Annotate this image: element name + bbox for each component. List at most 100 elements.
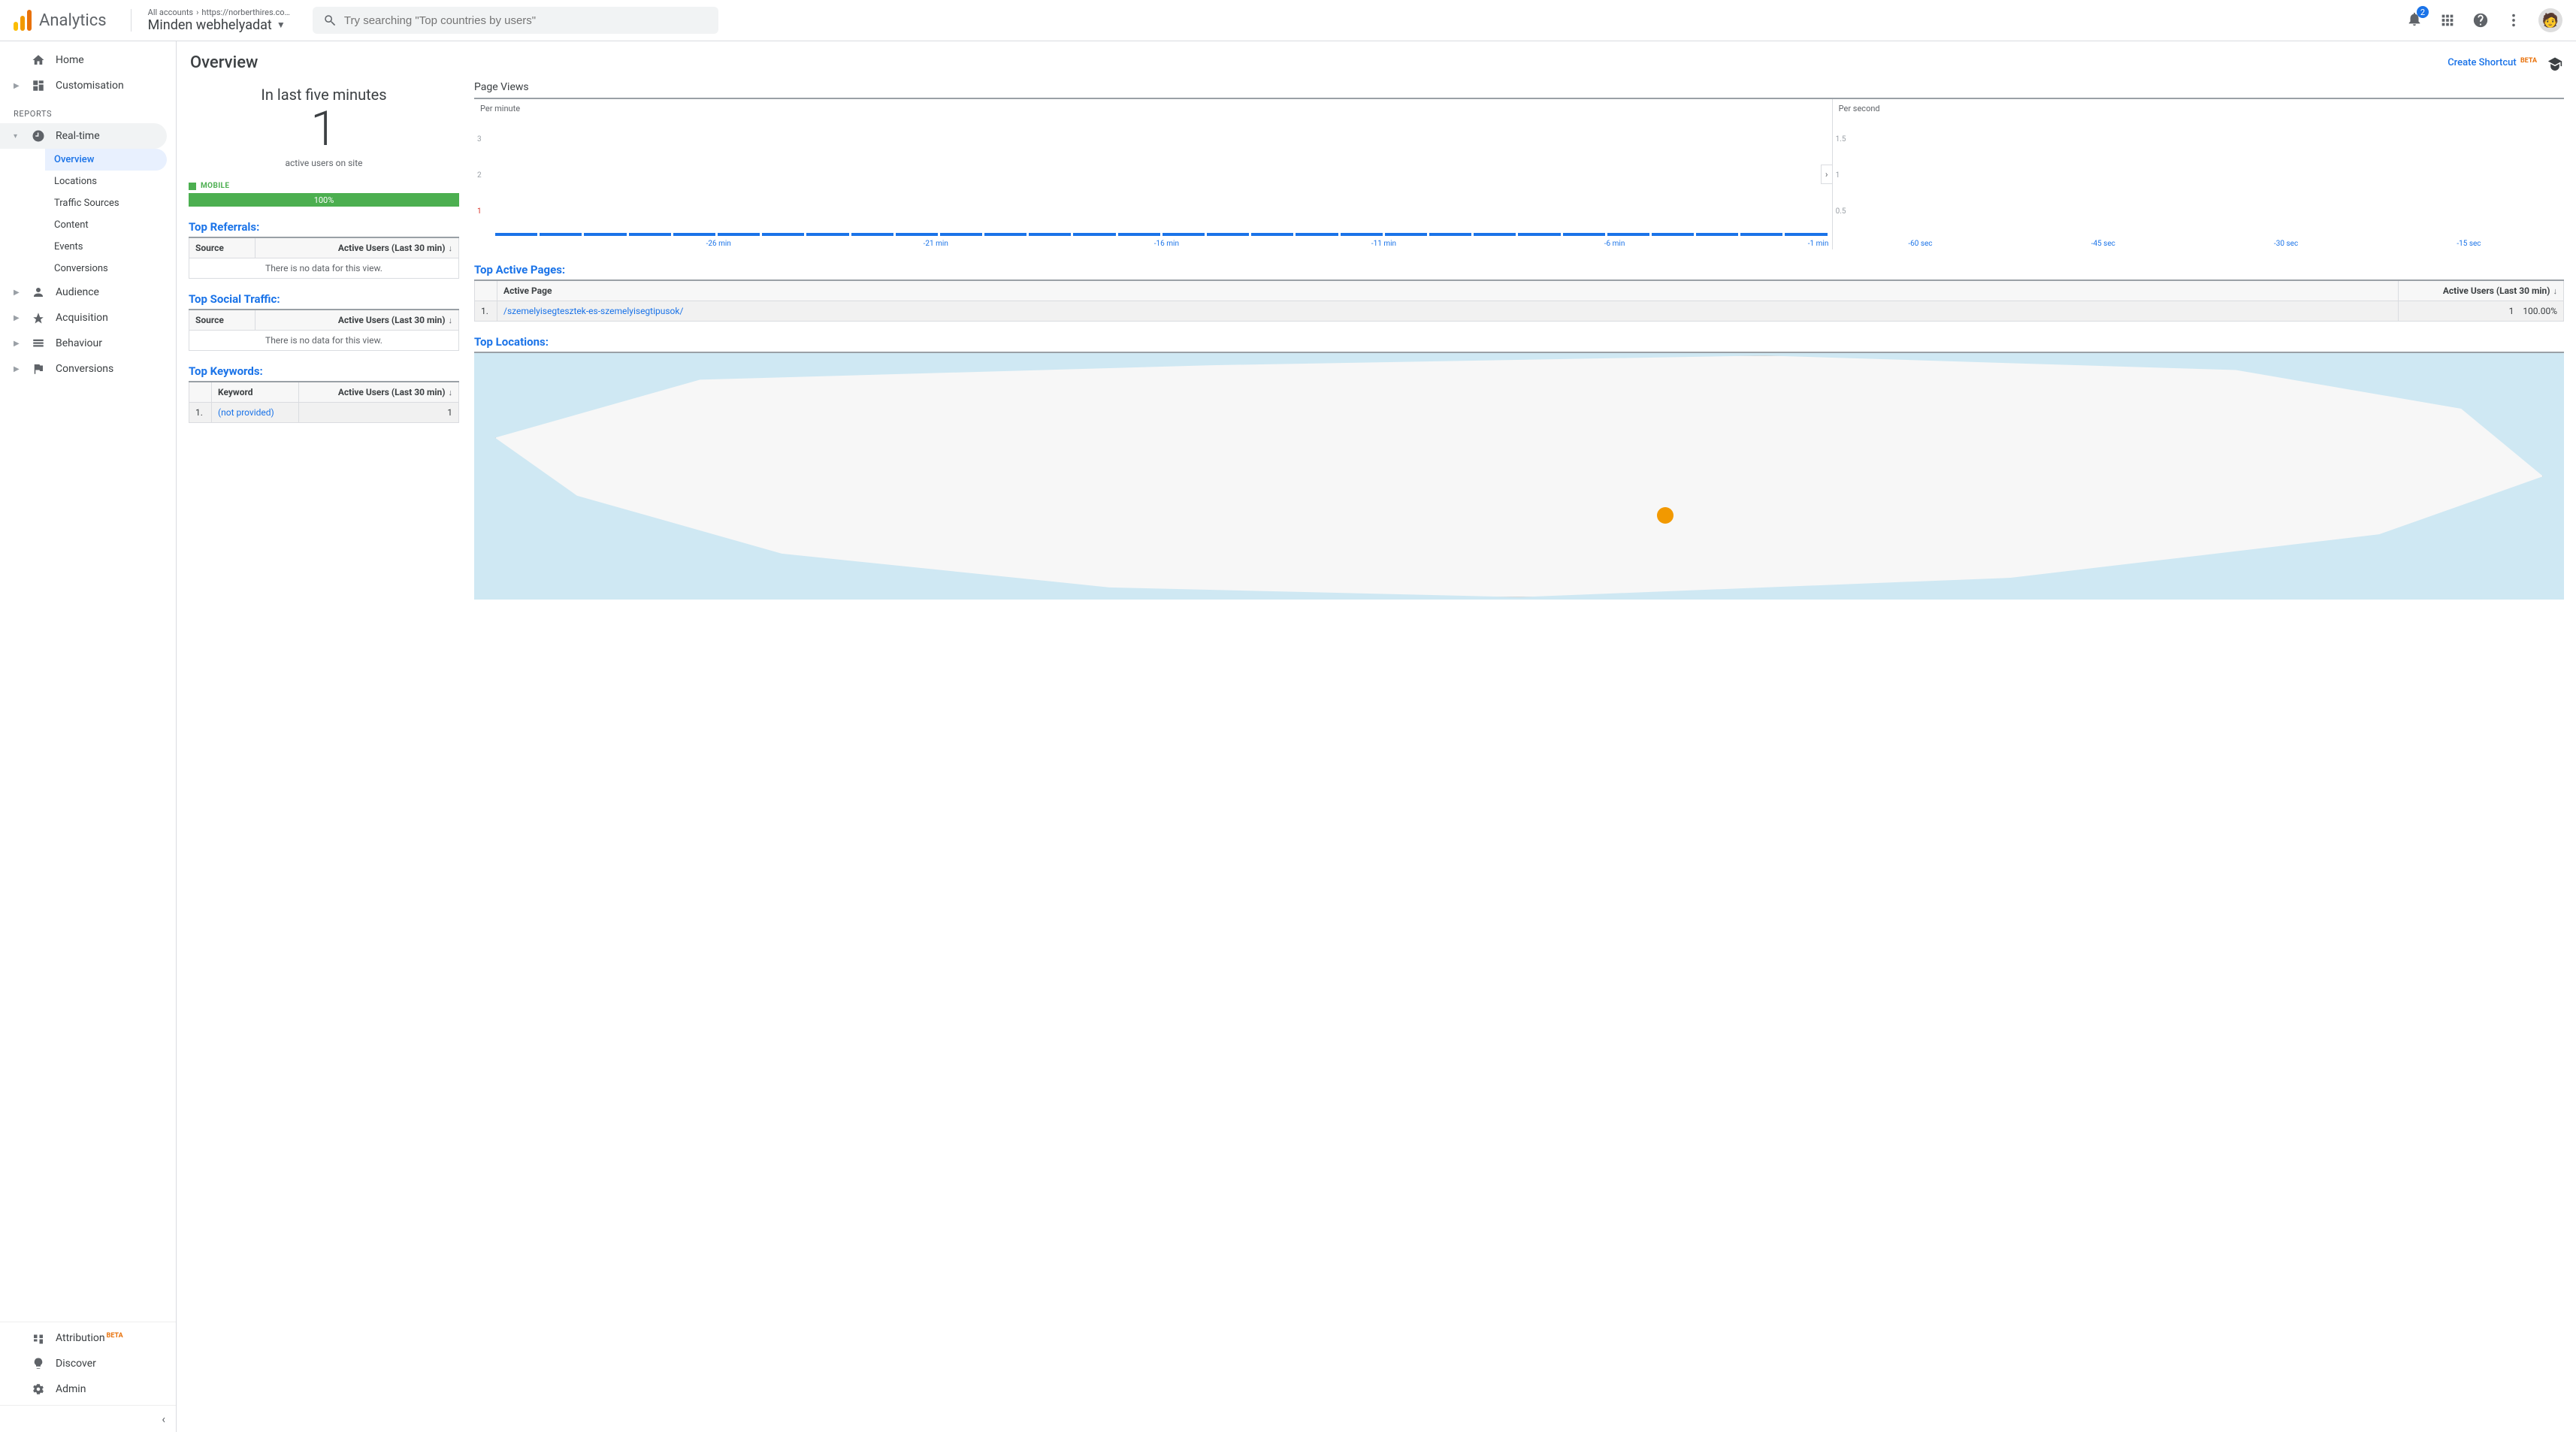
more-vert-icon[interactable] xyxy=(2505,12,2522,29)
search-input[interactable] xyxy=(344,14,708,27)
sidebar-item-rt-events[interactable]: Events xyxy=(45,236,167,258)
section-keywords: Top Keywords: Keyword Active Users (Last… xyxy=(189,364,459,423)
sidebar-item-label: Conversions xyxy=(56,363,113,375)
create-shortcut-button[interactable]: Create Shortcut BETA xyxy=(2448,57,2537,68)
section-social: Top Social Traffic: Source Active Users … xyxy=(189,292,459,351)
sidebar-item-conversions[interactable]: ▶ Conversions xyxy=(0,356,167,382)
help-icon[interactable] xyxy=(2472,12,2489,29)
graduation-cap-icon[interactable] xyxy=(2547,56,2562,71)
caret-down-icon: ▼ xyxy=(277,20,286,30)
sidebar-item-label: Customisation xyxy=(56,80,124,92)
sidebar-item-customisation[interactable]: ▶ Customisation xyxy=(0,73,167,98)
col-active-users[interactable]: Active Users (Last 30 min)↓ xyxy=(298,382,458,403)
sidebar-collapse-button[interactable]: ‹ xyxy=(0,1405,176,1432)
chart-bar xyxy=(1740,233,1782,236)
main-content: Overview Create Shortcut BETA In last fi… xyxy=(177,41,2576,1432)
col-keyword[interactable]: Keyword xyxy=(212,382,299,403)
active-users-metric: In last five minutes 1 active users on s… xyxy=(189,81,459,168)
flag-icon xyxy=(32,362,45,376)
x-tick: -45 sec xyxy=(2091,240,2115,248)
map-location-dot[interactable] xyxy=(1657,507,1673,524)
chart-bar xyxy=(629,233,671,236)
x-tick: -26 min xyxy=(706,240,731,248)
chevron-right-icon: ▶ xyxy=(14,365,21,373)
sidebar-item-discover[interactable]: Discover xyxy=(0,1351,167,1376)
x-tick: -16 min xyxy=(1154,240,1179,248)
chart-bar xyxy=(896,233,938,236)
notifications-button[interactable]: 2 xyxy=(2406,11,2423,30)
notification-badge: 2 xyxy=(2417,6,2429,18)
y-tick: 0.5 xyxy=(1836,207,1846,216)
property-name: Minden webhelyadat xyxy=(148,17,272,34)
charts-title: Page Views xyxy=(474,81,2564,93)
metric-sublabel: active users on site xyxy=(189,158,459,168)
apps-grid-icon[interactable] xyxy=(2439,12,2456,29)
col-active-page[interactable]: Active Page xyxy=(497,280,2399,301)
table-row[interactable]: 1. (not provided) 1 xyxy=(189,403,459,423)
sidebar-item-realtime[interactable]: ▾ Real-time xyxy=(0,123,167,149)
sidebar-item-label: Overview xyxy=(54,154,94,165)
sidebar-item-attribution[interactable]: AttributionBETA xyxy=(0,1325,167,1351)
sort-desc-icon: ↓ xyxy=(449,243,453,253)
sidebar-realtime-submenu: Overview Locations Traffic Sources Conte… xyxy=(0,149,176,279)
metric-value: 1 xyxy=(189,105,459,153)
section-title[interactable]: Top Locations: xyxy=(474,335,2564,349)
sidebar-item-behaviour[interactable]: ▶ Behaviour xyxy=(0,331,167,356)
section-locations: Top Locations: xyxy=(474,335,2564,600)
chart-bar xyxy=(1696,233,1738,236)
sidebar-item-rt-conversions[interactable]: Conversions xyxy=(45,258,167,279)
empty-row: There is no data for this view. xyxy=(189,331,459,351)
col-source[interactable]: Source xyxy=(189,237,255,258)
sidebar-item-rt-traffic-sources[interactable]: Traffic Sources xyxy=(45,192,167,214)
chart-bar xyxy=(1429,233,1471,236)
sidebar-item-rt-locations[interactable]: Locations xyxy=(45,171,167,192)
x-tick: -15 sec xyxy=(2457,240,2481,248)
y-tick: 1 xyxy=(1836,171,1840,180)
sort-desc-icon: ↓ xyxy=(449,316,453,325)
account-picker[interactable]: All accounts › https://norberthires.co… … xyxy=(148,8,290,34)
chart-bar xyxy=(540,233,582,236)
chart-per-minute: Per minute 3 2 1 -26 min -21 min -16 min… xyxy=(474,99,1833,249)
sidebar-item-label: Content xyxy=(54,219,89,231)
cell-keyword[interactable]: (not provided) xyxy=(212,403,299,423)
search-box[interactable] xyxy=(313,7,718,34)
col-active-users[interactable]: Active Users (Last 30 min)↓ xyxy=(2399,280,2564,301)
chart-toggle-button[interactable]: › xyxy=(1821,165,1833,184)
x-tick: -1 min xyxy=(1808,240,1829,248)
sidebar-item-rt-overview[interactable]: Overview xyxy=(45,149,167,171)
page-title: Overview xyxy=(190,53,258,72)
sidebar-item-acquisition[interactable]: ▶ Acquisition xyxy=(0,305,167,331)
sidebar-item-home[interactable]: Home xyxy=(0,47,167,73)
table-row[interactable]: 1. /szemelyisegtesztek-es-szemelyisegtip… xyxy=(475,301,2564,322)
brand[interactable]: Analytics xyxy=(14,10,107,31)
sidebar-item-admin[interactable]: Admin xyxy=(0,1376,167,1402)
sidebar-item-audience[interactable]: ▶ Audience xyxy=(0,279,167,305)
section-title[interactable]: Top Social Traffic: xyxy=(189,292,459,306)
sidebar-item-label: Conversions xyxy=(54,263,108,274)
col-source[interactable]: Source xyxy=(189,310,255,331)
col-active-users[interactable]: Active Users (Last 30 min)↓ xyxy=(255,237,458,258)
search-icon xyxy=(323,14,337,27)
sort-desc-icon: ↓ xyxy=(2553,286,2558,296)
analytics-logo-icon xyxy=(14,10,32,31)
chart-bar xyxy=(584,233,626,236)
chevron-right-icon: ▶ xyxy=(14,289,21,297)
cell-page[interactable]: /szemelyisegtesztek-es-szemelyisegtipuso… xyxy=(497,301,2399,322)
chart-bar xyxy=(1785,233,1827,236)
section-title[interactable]: Top Keywords: xyxy=(189,364,459,378)
col-active-users[interactable]: Active Users (Last 30 min)↓ xyxy=(255,310,458,331)
sidebar-item-rt-content[interactable]: Content xyxy=(45,214,167,236)
chart-bar xyxy=(1118,233,1160,236)
x-tick: -30 sec xyxy=(2274,240,2298,248)
user-avatar[interactable]: 🧑 xyxy=(2538,8,2562,32)
chart-bar xyxy=(1385,233,1427,236)
home-icon xyxy=(32,53,45,67)
section-title[interactable]: Top Referrals: xyxy=(189,220,459,234)
device-breakdown: MOBILE 100% xyxy=(189,182,459,207)
locations-map[interactable] xyxy=(474,352,2564,600)
sidebar-item-label: Discover xyxy=(56,1358,96,1370)
attribution-icon xyxy=(32,1331,45,1345)
y-tick: 1.5 xyxy=(1836,135,1846,144)
breadcrumb: All accounts › https://norberthires.co… xyxy=(148,8,290,17)
section-title[interactable]: Top Active Pages: xyxy=(474,263,2564,276)
